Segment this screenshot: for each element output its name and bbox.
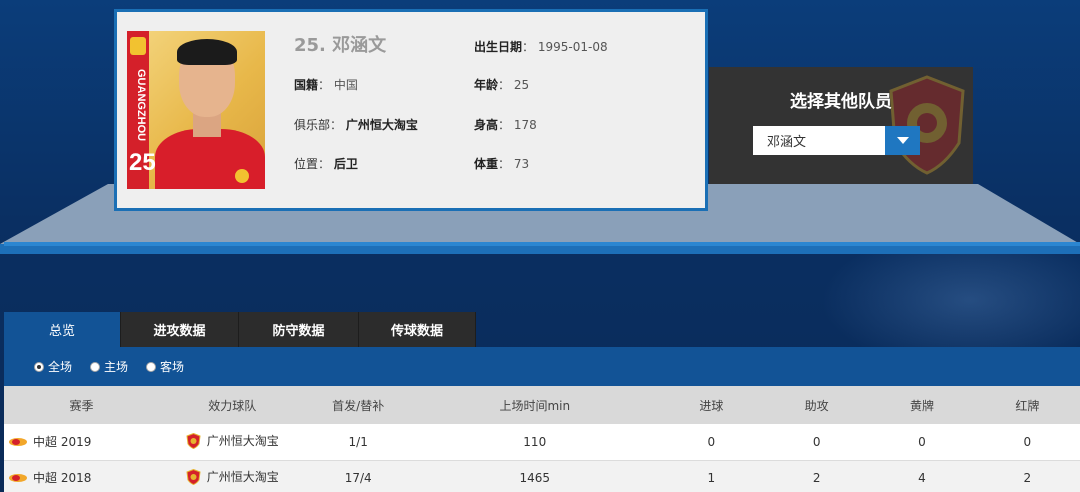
team-text: 广州恒大淘宝 (206, 434, 279, 448)
cell-season: 中超 2019 (4, 424, 159, 461)
header-assists: 助攻 (764, 386, 870, 424)
filter-all[interactable]: 全场 (34, 358, 72, 375)
tab-overview[interactable]: 总览 (4, 312, 121, 347)
position-value: 后卫 (333, 157, 358, 171)
filter-away-label: 客场 (160, 360, 185, 374)
player-card: GUANGZHOU 25 25. 邓涵文 国籍： 中国 俱乐部： 广州恒大淘宝 … (114, 9, 708, 211)
filter-home-label: 主场 (104, 360, 129, 374)
nationality-value: 中国 (333, 78, 358, 92)
tab-defense[interactable]: 防守数据 (239, 312, 359, 347)
club-value: 广州恒大淘宝 (345, 118, 418, 132)
team-text: 广州恒大淘宝 (206, 470, 279, 485)
jersey-number: 25 (129, 149, 156, 176)
tab-attack[interactable]: 进攻数据 (121, 312, 239, 347)
csl-logo-icon (9, 437, 27, 446)
hair-shape (177, 39, 237, 65)
header-yellow: 黄牌 (869, 386, 975, 424)
tab-passing[interactable]: 传球数据 (359, 312, 476, 347)
radio-all[interactable] (34, 361, 44, 372)
player-name: 25. 邓涵文 (294, 35, 387, 56)
filter-home[interactable]: 主场 (90, 358, 128, 375)
colon: ： (330, 118, 346, 132)
season-text: 中超 2019 (33, 435, 92, 449)
cell-minutes: 1465 (410, 460, 659, 492)
colon: ： (522, 40, 538, 54)
stats-tabs: 总览 进攻数据 防守数据 传球数据 (4, 312, 476, 347)
selected-player[interactable]: 邓涵文 (753, 131, 885, 150)
header-red: 红牌 (974, 386, 1080, 424)
filter-all-label: 全场 (48, 360, 73, 374)
radio-home[interactable] (90, 361, 101, 372)
cell-yellow: 0 (869, 424, 975, 461)
header-goals: 进球 (658, 386, 764, 424)
csl-logo-icon (9, 473, 27, 482)
weight-row: 体重： 73 (474, 155, 529, 172)
cell-red: 0 (974, 424, 1080, 461)
club-label: 俱乐部 (294, 118, 331, 132)
filter-away[interactable]: 客场 (146, 358, 184, 375)
age-value: 25 (513, 78, 530, 92)
club-row: 俱乐部： 广州恒大淘宝 (294, 116, 418, 133)
cell-goals: 1 (658, 460, 764, 492)
club-crest-icon (130, 37, 146, 55)
position-row: 位置： 后卫 (294, 155, 358, 172)
radio-away[interactable] (146, 361, 157, 372)
height-row: 身高： 178 (474, 116, 537, 133)
table-row: 中超 2019 广州恒大淘宝 1/1 110 0 0 0 0 (4, 424, 1080, 461)
nationality-label: 国籍 (294, 78, 319, 92)
guangzhou-crest-icon (186, 468, 201, 485)
cell-starts: 17/4 (305, 460, 411, 492)
birth-value: 1995-01-08 (537, 40, 608, 54)
birth-row: 出生日期： 1995-01-08 (474, 38, 608, 55)
shirt-badge-icon (235, 169, 249, 183)
header-starts: 首发/替补 (305, 386, 411, 424)
colon: ： (318, 157, 334, 171)
colon: ： (498, 157, 514, 171)
club-strip: GUANGZHOU 25 (127, 31, 156, 189)
age-label: 年龄 (474, 78, 499, 92)
cell-red: 2 (974, 460, 1080, 492)
header-season: 赛季 (4, 386, 159, 424)
cell-assists: 2 (764, 460, 870, 492)
jersey-shape (155, 129, 265, 189)
header-team: 效力球队 (158, 386, 306, 424)
birth-label: 出生日期 (474, 40, 523, 54)
venue-filter-bar: 全场 主场 客场 (4, 347, 1080, 386)
cell-team: 广州恒大淘宝 (158, 424, 306, 461)
guangzhou-crest-icon (186, 432, 201, 449)
cell-goals: 0 (658, 424, 764, 461)
club-strip-text: GUANGZHOU (135, 69, 147, 142)
player-photo: GUANGZHOU 25 (127, 31, 265, 189)
height-label: 身高 (474, 118, 499, 132)
cell-season: 中超 2018 (4, 460, 159, 492)
weight-value: 73 (513, 157, 530, 171)
age-row: 年龄： 25 (474, 76, 529, 93)
colon: ： (318, 78, 334, 92)
cell-team: 广州恒大淘宝 (158, 460, 306, 492)
stats-table: 赛季 效力球队 首发/替补 上场时间min 进球 助攻 黄牌 红牌 中超 201… (4, 386, 1080, 492)
season-text: 中超 2018 (33, 471, 92, 486)
cell-starts: 1/1 (305, 424, 411, 461)
selector-title: 选择其他队员 (790, 92, 892, 112)
chevron-down-icon (896, 136, 909, 144)
player-selector-panel: 选择其他队员 邓涵文 (709, 67, 973, 184)
nationality-row: 国籍： 中国 (294, 76, 358, 93)
header-minutes: 上场时间min (410, 386, 659, 424)
colon: ： (498, 118, 514, 132)
colon: ： (498, 78, 514, 92)
position-label: 位置 (294, 157, 319, 171)
dropdown-button[interactable] (885, 126, 920, 155)
table-header-row: 赛季 效力球队 首发/替补 上场时间min 进球 助攻 黄牌 红牌 (4, 386, 1080, 424)
table-row: 中超 2018 广州恒大淘宝 17/4 1465 1 2 4 2 (4, 460, 1080, 492)
player-select-dropdown[interactable]: 邓涵文 (753, 126, 920, 155)
cell-minutes: 110 (410, 424, 659, 461)
cell-assists: 0 (764, 424, 870, 461)
weight-label: 体重 (474, 157, 499, 171)
height-value: 178 (513, 118, 537, 132)
cell-yellow: 4 (869, 460, 975, 492)
